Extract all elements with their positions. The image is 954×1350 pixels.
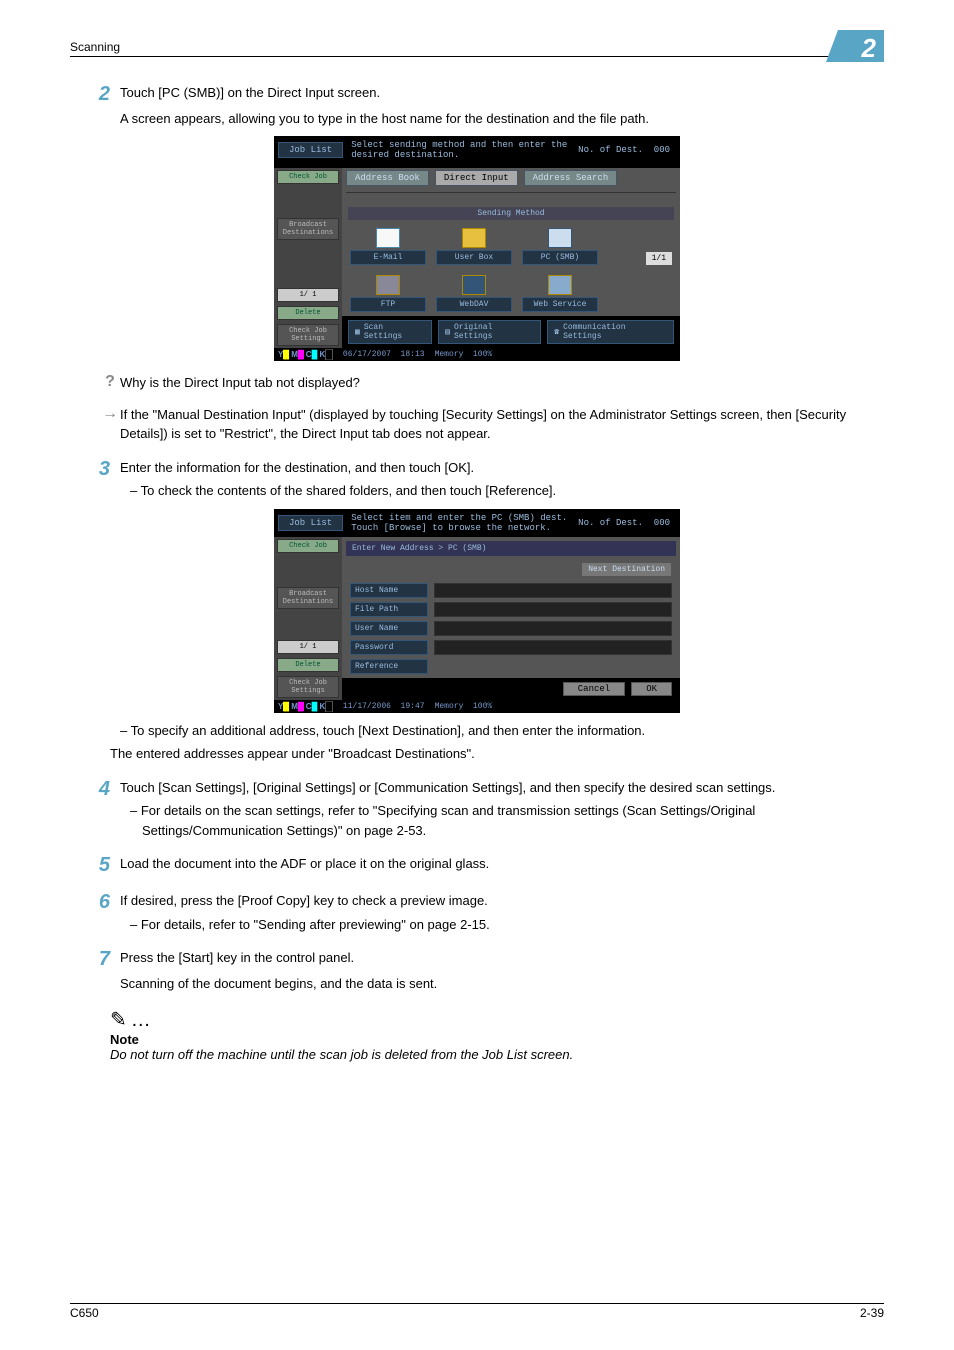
tab-direct-input[interactable]: Direct Input [435,170,518,186]
webservice-button[interactable]: Web Service [522,297,598,312]
step-text: The entered addresses appear under "Broa… [110,744,884,764]
screenshot-direct-input: Job List Select sending method and then … [274,136,680,361]
step-sub: To specify an additional address, touch … [110,721,884,741]
dest-label: No. of Dest. [578,145,643,155]
status-time: 18:13 [401,350,425,359]
check-job-settings-button[interactable]: Check Job Settings [277,324,339,346]
step-text: Enter the information for the destinatio… [120,458,884,478]
status-date: 11/17/2006 [343,702,391,711]
step-text: If desired, press the [Proof Copy] key t… [120,891,884,911]
step-text: Scanning of the document begins, and the… [120,974,884,994]
pc-smb-button[interactable]: PC (SMB) [522,250,598,265]
dest-count: 000 [654,145,670,155]
step-sub: For details on the scan settings, refer … [120,801,884,840]
check-job-button[interactable]: Check Job [277,170,339,184]
sending-method-header: Sending Method [348,207,674,220]
step-number: 2 [70,83,120,128]
step-text: Load the document into the ADF or place … [120,854,884,877]
question-icon: ? [100,373,120,391]
status-time: 19:47 [401,702,425,711]
job-list-button[interactable]: Job List [278,515,343,531]
ftp-icon [376,275,400,295]
instruction-text: Select sending method and then enter the… [343,140,578,160]
file-path-value [434,602,672,617]
userbox-button[interactable]: User Box [436,250,512,265]
delete-button[interactable]: Delete [277,306,339,320]
step-text: A screen appears, allowing you to type i… [120,109,884,129]
email-button[interactable]: E-Mail [350,250,426,265]
check-job-settings-button[interactable]: Check Job Settings [277,676,339,698]
dest-label: No. of Dest. [578,518,643,528]
arrow-icon: → [100,405,120,423]
status-date: 06/17/2007 [343,350,391,359]
broadcast-dest-button[interactable]: Broadcast Destinations [277,218,339,240]
password-button[interactable]: Password [350,640,428,655]
toner-indicator: Y█ M█ C█ K█ [278,702,333,711]
note-body: Do not turn off the machine until the sc… [110,1047,884,1062]
step-number: 4 [70,778,120,841]
step-text: Touch [Scan Settings], [Original Setting… [120,778,884,798]
step-number: 7 [70,948,120,993]
webdav-button[interactable]: WebDAV [436,297,512,312]
next-destination-button[interactable]: Next Destination [581,562,672,577]
step-number: 3 [70,458,120,501]
step-text: Touch [PC (SMB)] on the Direct Input scr… [120,83,884,103]
file-path-button[interactable]: File Path [350,602,428,617]
user-name-value [434,621,672,636]
instruction-text: Select item and enter the PC (SMB) dest.… [343,513,578,533]
webdav-icon [462,275,486,295]
question-text: Why is the Direct Input tab not displaye… [120,373,884,393]
email-icon [376,228,400,248]
tab-address-book[interactable]: Address Book [346,170,429,186]
status-mem-pct: 100% [473,350,492,359]
ftp-button[interactable]: FTP [350,297,426,312]
ok-button[interactable]: OK [631,682,672,696]
answer-text: If the "Manual Destination Input" (displ… [120,405,884,444]
communication-settings-button[interactable]: ☎Communication Settings [547,320,674,344]
status-mem-pct: 100% [473,702,492,711]
sidebar-pager: 1/ 1 [277,288,339,302]
delete-button[interactable]: Delete [277,658,339,672]
reference-button[interactable]: Reference [350,659,428,674]
broadcast-dest-button[interactable]: Broadcast Destinations [277,587,339,609]
host-name-value [434,583,672,598]
step-number: 6 [70,891,120,934]
step-sub: For details, refer to "Sending after pre… [120,915,884,935]
webservice-icon [548,275,572,295]
footer-model: C650 [70,1306,99,1320]
note-icon: ✎… [110,1007,884,1032]
status-mem-label: Memory [435,350,464,359]
check-job-button[interactable]: Check Job [277,539,339,553]
sidebar-pager: 1/ 1 [277,640,339,654]
pc-icon [548,228,572,248]
dest-count: 000 [654,518,670,528]
cancel-button[interactable]: Cancel [563,682,625,696]
password-value [434,640,672,655]
screenshot-pc-smb-entry: Job List Select item and enter the PC (S… [274,509,680,713]
original-settings-button[interactable]: ▤Original Settings [438,320,541,344]
scan-settings-button[interactable]: ▦Scan Settings [348,320,432,344]
host-name-button[interactable]: Host Name [350,583,428,598]
step-sub: To check the contents of the shared fold… [120,481,884,501]
running-head: Scanning [70,40,120,54]
user-name-button[interactable]: User Name [350,621,428,636]
status-mem-label: Memory [435,702,464,711]
footer-page: 2-39 [860,1306,884,1320]
userbox-icon [462,228,486,248]
breadcrumb: Enter New Address > PC (SMB) [346,541,676,556]
step-number: 5 [70,854,120,877]
toner-indicator: Y█ M█ C█ K█ [278,350,333,359]
tab-address-search[interactable]: Address Search [524,170,618,186]
note-heading: Note [110,1032,884,1047]
chapter-tab: 2 [838,30,884,62]
page-indicator: 1/1 [646,252,672,265]
step-text: Press the [Start] key in the control pan… [120,948,884,968]
job-list-button[interactable]: Job List [278,142,343,158]
